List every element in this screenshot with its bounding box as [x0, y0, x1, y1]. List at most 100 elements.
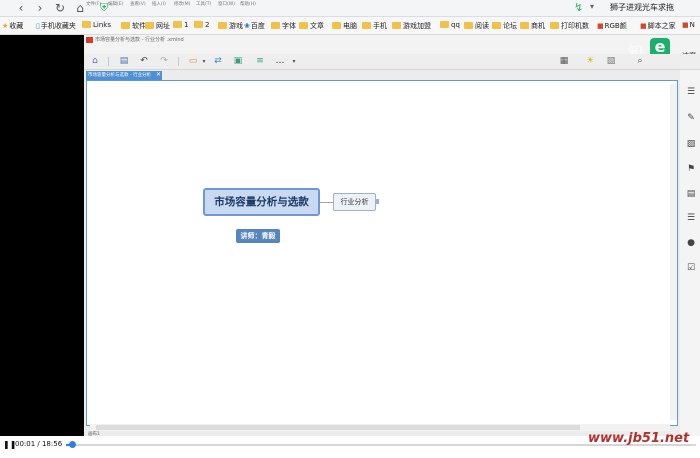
app-logo-icon	[86, 37, 93, 43]
bookmark-item[interactable]: ❀百度	[244, 21, 265, 31]
floating-topic-speaker[interactable]: 讲师：青毅	[236, 229, 280, 243]
site-icon: ■	[682, 21, 689, 29]
search-hint[interactable]: 狮子进观光车求拖	[610, 2, 674, 13]
relationship-icon[interactable]: ⇄	[212, 56, 224, 67]
central-topic[interactable]: 市场容量分析与选款	[203, 188, 320, 216]
bookmark-item[interactable]: 论坛	[492, 21, 517, 31]
back-icon[interactable]: ‹	[13, 1, 29, 16]
folder-icon	[299, 22, 308, 29]
clipart-icon[interactable]: ▤	[686, 189, 696, 199]
bookmark-label: 商机	[531, 22, 545, 30]
folder-icon	[332, 22, 341, 29]
idea-icon[interactable]: ☀	[584, 56, 596, 67]
bookmark-label: 网址	[156, 22, 170, 30]
boundary-icon[interactable]: ▣	[232, 56, 244, 67]
bookmarks-bar: ★收藏 ▯手机收藏夹 Links 软件 网址 1 2 游戏 ❀百度 字体 文章 电脑 手机 游戏加盟 qq 阅…	[0, 17, 700, 35]
bookmark-item[interactable]: 1	[173, 21, 188, 29]
bookmark-label: qq	[451, 21, 460, 29]
save-icon[interactable]: ▤	[118, 56, 130, 67]
subtopic-industry-analysis[interactable]: 行业分析	[333, 193, 376, 211]
bookmark-item[interactable]: 文章	[299, 21, 324, 31]
video-time: 00:01 / 18:56	[15, 440, 63, 448]
bookmark-item[interactable]: qq	[440, 21, 460, 29]
baidu-icon: ❀	[244, 22, 250, 30]
bookmark-item[interactable]: 网址	[145, 21, 170, 31]
task-icon[interactable]: ☑	[686, 263, 696, 273]
folder-icon	[392, 22, 401, 29]
site-icon: ■	[640, 22, 647, 30]
bookmark-item[interactable]: ■N	[682, 21, 695, 29]
bookmark-item[interactable]: 打印机数	[550, 21, 589, 31]
redo-icon[interactable]: ↷	[158, 56, 170, 67]
format-brush-icon[interactable]: ✎	[686, 113, 696, 123]
menu-window[interactable]: 窗口(W)	[218, 1, 235, 7]
bookmark-item[interactable]: 游戏	[218, 21, 243, 31]
menu-modify[interactable]: 修改(M)	[174, 1, 190, 7]
folder-icon	[520, 22, 529, 29]
comment-icon[interactable]: ●	[686, 238, 696, 248]
vertical-scrollbar[interactable]	[670, 84, 677, 420]
bookmark-label: Links	[93, 21, 111, 29]
search-icon[interactable]: ⌕	[634, 56, 646, 67]
progress-knob[interactable]	[69, 441, 76, 448]
toolbar-divider	[178, 57, 179, 66]
folder-icon	[121, 22, 130, 29]
mindmap-canvas[interactable]	[86, 80, 678, 426]
bookmark-item[interactable]: 电脑	[332, 21, 357, 31]
summary-icon[interactable]: ≡	[254, 56, 266, 67]
chevron-down-icon[interactable]: ▾	[590, 2, 594, 11]
outline-icon[interactable]: ☰	[686, 87, 696, 97]
folder-icon	[440, 21, 449, 28]
bookmark-item[interactable]: 阅读	[464, 21, 489, 31]
collapse-handle[interactable]	[376, 199, 379, 204]
toolbar-divider	[108, 57, 109, 66]
bookmark-item[interactable]: ■脚本之家	[640, 21, 676, 31]
more-icon[interactable]: …	[274, 56, 286, 67]
bookmark-item[interactable]: ■RGB颜	[597, 21, 627, 31]
image-icon[interactable]: ▧	[605, 56, 617, 67]
bookmark-item[interactable]: ▯手机收藏夹	[36, 21, 76, 31]
tab-label: 市场容量分析与选款 - 行业分析	[88, 73, 151, 78]
topic-connector	[320, 202, 333, 203]
bookmark-item[interactable]: 游戏加盟	[392, 21, 431, 31]
horizontal-scroll-thumb[interactable]	[96, 425, 580, 430]
menu-edit[interactable]: 编辑(E)	[108, 1, 123, 7]
bookmark-item[interactable]: 商机	[520, 21, 545, 31]
flag-icon[interactable]: ⚑	[686, 164, 696, 174]
forward-icon[interactable]: ›	[32, 1, 48, 16]
folder-icon	[82, 21, 91, 28]
present-icon[interactable]: ▦	[558, 56, 570, 67]
folder-icon	[145, 22, 154, 29]
notes-icon[interactable]: ☰	[686, 213, 696, 223]
menu-insert[interactable]: 插入(I)	[152, 1, 166, 7]
menu-file[interactable]: 文件(F)	[86, 1, 101, 7]
menu-view[interactable]: 查看(V)	[130, 1, 146, 7]
bookmark-label: 游戏加盟	[403, 22, 431, 30]
close-icon[interactable]: ✕	[156, 71, 161, 78]
menu-tools[interactable]: 工具(T)	[196, 1, 211, 7]
site-watermark: www.jb51.net	[588, 431, 690, 446]
bookmark-item[interactable]: 手机	[362, 21, 387, 31]
bookmark-item[interactable]: 字体	[271, 21, 296, 31]
chevron-down-icon[interactable]: ▾	[288, 56, 300, 67]
folder-icon	[218, 22, 227, 29]
folder-icon	[194, 21, 203, 28]
menu-bar	[84, 45, 700, 54]
bookmark-item[interactable]: 2	[194, 21, 209, 29]
bookmark-item[interactable]: 软件	[121, 21, 146, 31]
image-icon[interactable]: ▨	[686, 139, 696, 149]
bookmark-label: 手机	[373, 22, 387, 30]
refresh-icon[interactable]: ↻	[52, 1, 68, 16]
lightning-icon[interactable]: ↯	[574, 1, 583, 14]
bookmark-label: 软件	[132, 22, 146, 30]
chevron-down-icon[interactable]: ▾	[198, 56, 210, 67]
bookmark-label: 阅读	[475, 22, 489, 30]
bookmark-item[interactable]: ★收藏	[2, 21, 23, 31]
bookmark-item[interactable]: Links	[82, 21, 111, 29]
bookmark-label: N	[689, 21, 695, 29]
undo-icon[interactable]: ↶	[138, 56, 150, 67]
menu-help[interactable]: 帮助(H)	[240, 1, 256, 7]
home-icon[interactable]: ⌂	[89, 56, 101, 67]
bookmark-label: 论坛	[503, 22, 517, 30]
bookmark-label: 文章	[310, 22, 324, 30]
